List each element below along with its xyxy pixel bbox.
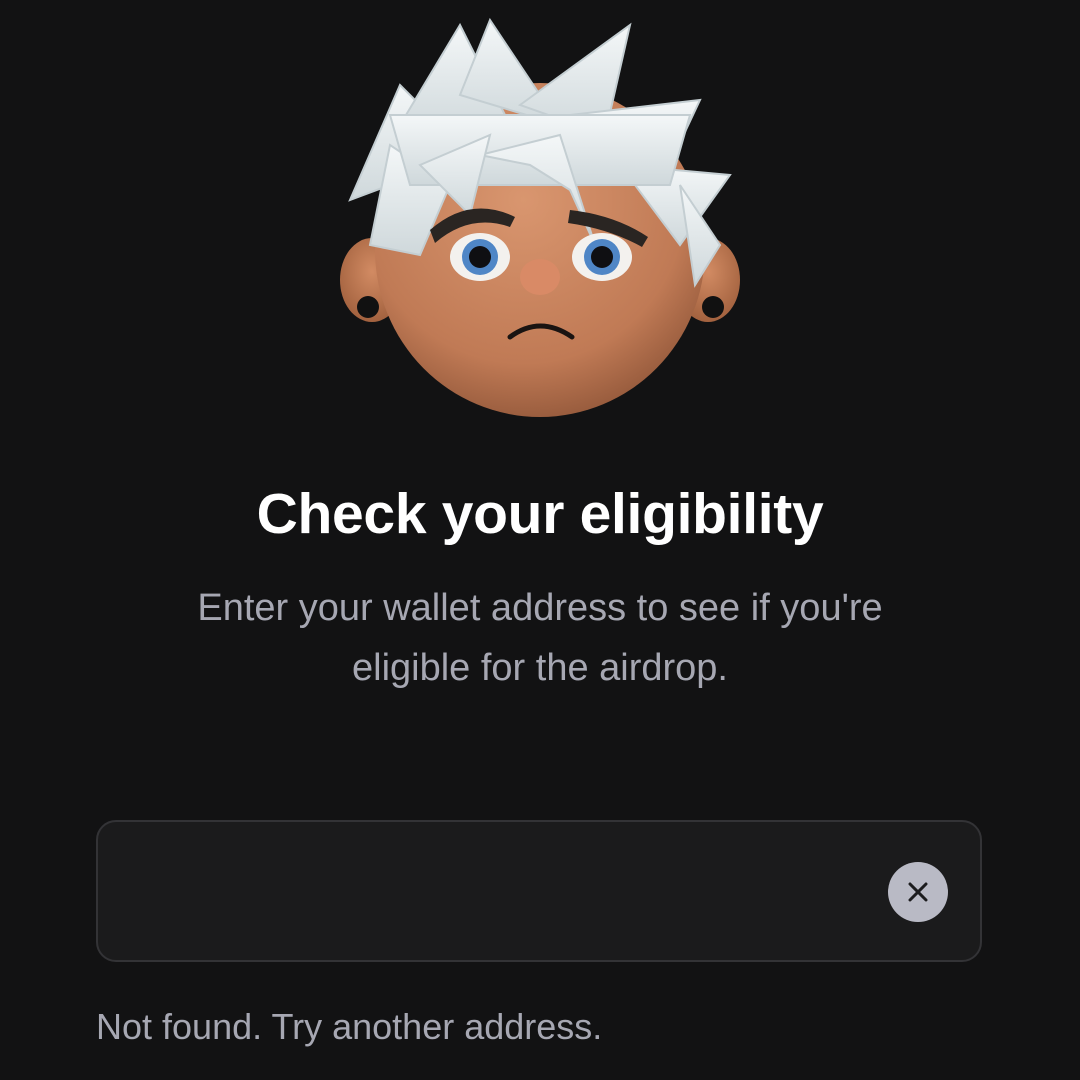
clear-input-button[interactable] <box>888 862 948 922</box>
sad-avatar-icon <box>330 15 750 425</box>
eligibility-screen: Check your eligibility Enter your wallet… <box>0 0 1080 1080</box>
status-message: Not found. Try another address. <box>96 1006 603 1047</box>
wallet-address-input[interactable] <box>134 862 878 924</box>
wallet-address-field <box>96 820 982 962</box>
page-subtitle: Enter your wallet address to see if you'… <box>197 587 883 689</box>
page-title: Check your eligibility <box>256 482 824 546</box>
close-icon <box>908 882 928 902</box>
